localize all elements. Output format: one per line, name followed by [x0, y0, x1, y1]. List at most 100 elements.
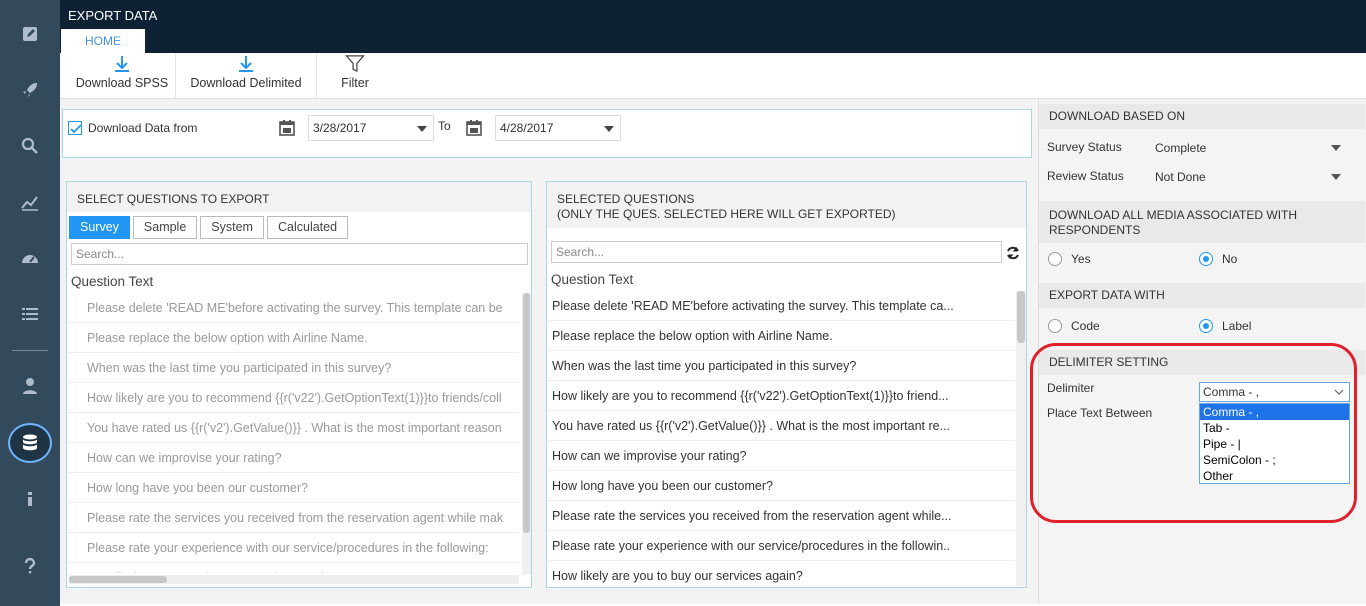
list-item[interactable]: When was the last time you participated … [67, 353, 519, 383]
list-item[interactable]: How can we improvise your rating? [547, 441, 1015, 471]
survey-status-label: Survey Status [1047, 140, 1122, 154]
chevron-down-icon [1331, 145, 1341, 151]
review-status-select[interactable]: Not Done [1149, 164, 1343, 186]
list-item[interactable]: How can we improvise your rating? [67, 443, 519, 473]
horizontal-scrollbar[interactable] [69, 575, 519, 584]
tab-home[interactable]: HOME [61, 29, 145, 53]
rocket-icon[interactable] [0, 70, 60, 110]
edit-icon[interactable] [0, 14, 60, 54]
chart-icon[interactable] [0, 182, 60, 222]
export-code-radio[interactable] [1048, 319, 1062, 333]
scrollbar-thumb[interactable] [523, 293, 530, 533]
calendar-icon[interactable] [278, 119, 296, 137]
review-status-value: Not Done [1155, 170, 1206, 184]
chevron-down-icon [1331, 174, 1341, 180]
top-bar: EXPORT DATA HOME [60, 0, 1366, 53]
panel-title: SELECT QUESTIONS TO EXPORT [67, 182, 531, 212]
section-export-data-with: EXPORT DATA WITH [1039, 283, 1365, 308]
list-item[interactable]: Please rate the services you received fr… [67, 503, 519, 533]
download-icon [239, 56, 253, 72]
search-input[interactable]: Search... [71, 243, 528, 265]
dashboard-icon[interactable] [0, 238, 60, 278]
scrollbar-thumb[interactable] [1017, 291, 1025, 343]
calendar-icon[interactable] [465, 119, 483, 137]
sidebar-divider [12, 350, 48, 351]
panel-title-line2: (ONLY THE QUES. SELECTED HERE WILL GET E… [557, 207, 896, 221]
tab-survey[interactable]: Survey [69, 216, 130, 239]
tab-sample[interactable]: Sample [132, 216, 198, 239]
download-spss-label: Download SPSS [75, 76, 169, 90]
refresh-icon[interactable] [1005, 245, 1021, 261]
media-no-radio[interactable] [1199, 252, 1213, 266]
export-code-label: Code [1071, 319, 1100, 333]
filter-icon [345, 55, 365, 73]
ribbon-separator [316, 53, 317, 99]
download-spss-button[interactable]: Download SPSS [66, 53, 178, 99]
help-icon[interactable] [0, 546, 60, 586]
main-content: Download Data from 3/28/2017 To 4/28/201… [60, 99, 1038, 604]
list-item[interactable]: How likely are you to recommend {{r('v22… [67, 383, 519, 413]
list-item[interactable]: How likely are you to buy our services a… [67, 563, 519, 573]
media-no-label: No [1222, 252, 1238, 266]
question-list: Please delete 'READ ME'before activating… [67, 293, 519, 573]
scrollbar-thumb[interactable] [69, 576, 167, 583]
export-label-radio[interactable] [1199, 319, 1213, 333]
search-icon[interactable] [0, 126, 60, 166]
chevron-down-icon [417, 126, 427, 132]
panel-title-line1: SELECTED QUESTIONS [557, 192, 695, 206]
to-label: To [438, 119, 451, 133]
user-icon[interactable] [0, 366, 60, 406]
list-item[interactable]: You have rated us {{r('v2').GetValue()}}… [547, 411, 1015, 441]
from-date-value: 3/28/2017 [313, 121, 367, 135]
ribbon-separator [175, 53, 176, 99]
list-item[interactable]: Please rate your experience with our ser… [547, 531, 1015, 561]
list-item[interactable]: You have rated us {{r('v2').GetValue()}}… [67, 413, 519, 443]
review-status-label: Review Status [1047, 169, 1124, 183]
list-item[interactable]: Please replace the below option with Air… [67, 323, 519, 353]
list-item[interactable]: When was the last time you participated … [547, 351, 1015, 381]
list-item[interactable]: Please rate the services you received fr… [547, 501, 1015, 531]
database-icon[interactable] [0, 423, 60, 463]
to-date-select[interactable]: 4/28/2017 [495, 115, 621, 141]
list-item[interactable]: How likely are you to buy our services a… [547, 561, 1015, 585]
selected-questions-panel: SELECTED QUESTIONS (ONLY THE QUES. SELEC… [546, 181, 1027, 588]
to-date-value: 4/28/2017 [500, 121, 554, 135]
filter-button[interactable]: Filter [330, 53, 380, 99]
list-item[interactable]: Please delete 'READ ME'before activating… [67, 293, 519, 323]
ribbon-toolbar: Download SPSS Download Delimited Filter [60, 53, 1366, 99]
list-item[interactable]: How likely are you to recommend {{r('v22… [547, 381, 1015, 411]
scrollbar[interactable] [1016, 291, 1026, 586]
select-questions-panel: SELECT QUESTIONS TO EXPORT Survey Sample… [66, 181, 532, 588]
download-data-checkbox[interactable] [68, 121, 82, 135]
survey-status-select[interactable]: Complete [1149, 135, 1343, 157]
survey-status-value: Complete [1155, 141, 1207, 155]
date-filter-panel: Download Data from 3/28/2017 To 4/28/201… [62, 109, 1032, 158]
scrollbar[interactable] [522, 293, 531, 575]
section-download-based-on: DOWNLOAD BASED ON [1039, 104, 1365, 129]
search-input[interactable]: Search... [551, 241, 1002, 263]
tab-calculated[interactable]: Calculated [266, 216, 349, 239]
list-item[interactable]: How long have you been our customer? [67, 473, 519, 503]
section-download-media: DOWNLOAD ALL MEDIA ASSOCIATED WITH RESPO… [1039, 201, 1365, 243]
page-title: EXPORT DATA [68, 8, 158, 23]
download-icon [115, 56, 129, 72]
download-delimited-label: Download Delimited [190, 76, 302, 90]
info-icon[interactable] [0, 479, 60, 519]
download-delimited-button[interactable]: Download Delimited [183, 53, 309, 99]
checkmark-icon [70, 124, 82, 134]
list-item[interactable]: How long have you been our customer? [547, 471, 1015, 501]
question-type-tabs: Survey Sample System Calculated [69, 216, 349, 239]
highlight-annotation [1030, 343, 1357, 523]
list-icon[interactable] [0, 294, 60, 334]
from-date-select[interactable]: 3/28/2017 [308, 115, 434, 141]
media-head-line2: RESPONDENTS [1049, 223, 1141, 237]
export-label-label: Label [1222, 319, 1252, 333]
media-yes-radio[interactable] [1048, 252, 1062, 266]
list-item[interactable]: Please replace the below option with Air… [547, 321, 1015, 351]
list-item[interactable]: Please delete 'READ ME'before activating… [547, 291, 1015, 321]
tab-system[interactable]: System [200, 216, 264, 239]
list-item[interactable]: Please rate your experience with our ser… [67, 533, 519, 563]
media-yes-label: Yes [1071, 252, 1091, 266]
download-data-label: Download Data from [88, 121, 198, 135]
column-header: Question Text [71, 274, 154, 289]
